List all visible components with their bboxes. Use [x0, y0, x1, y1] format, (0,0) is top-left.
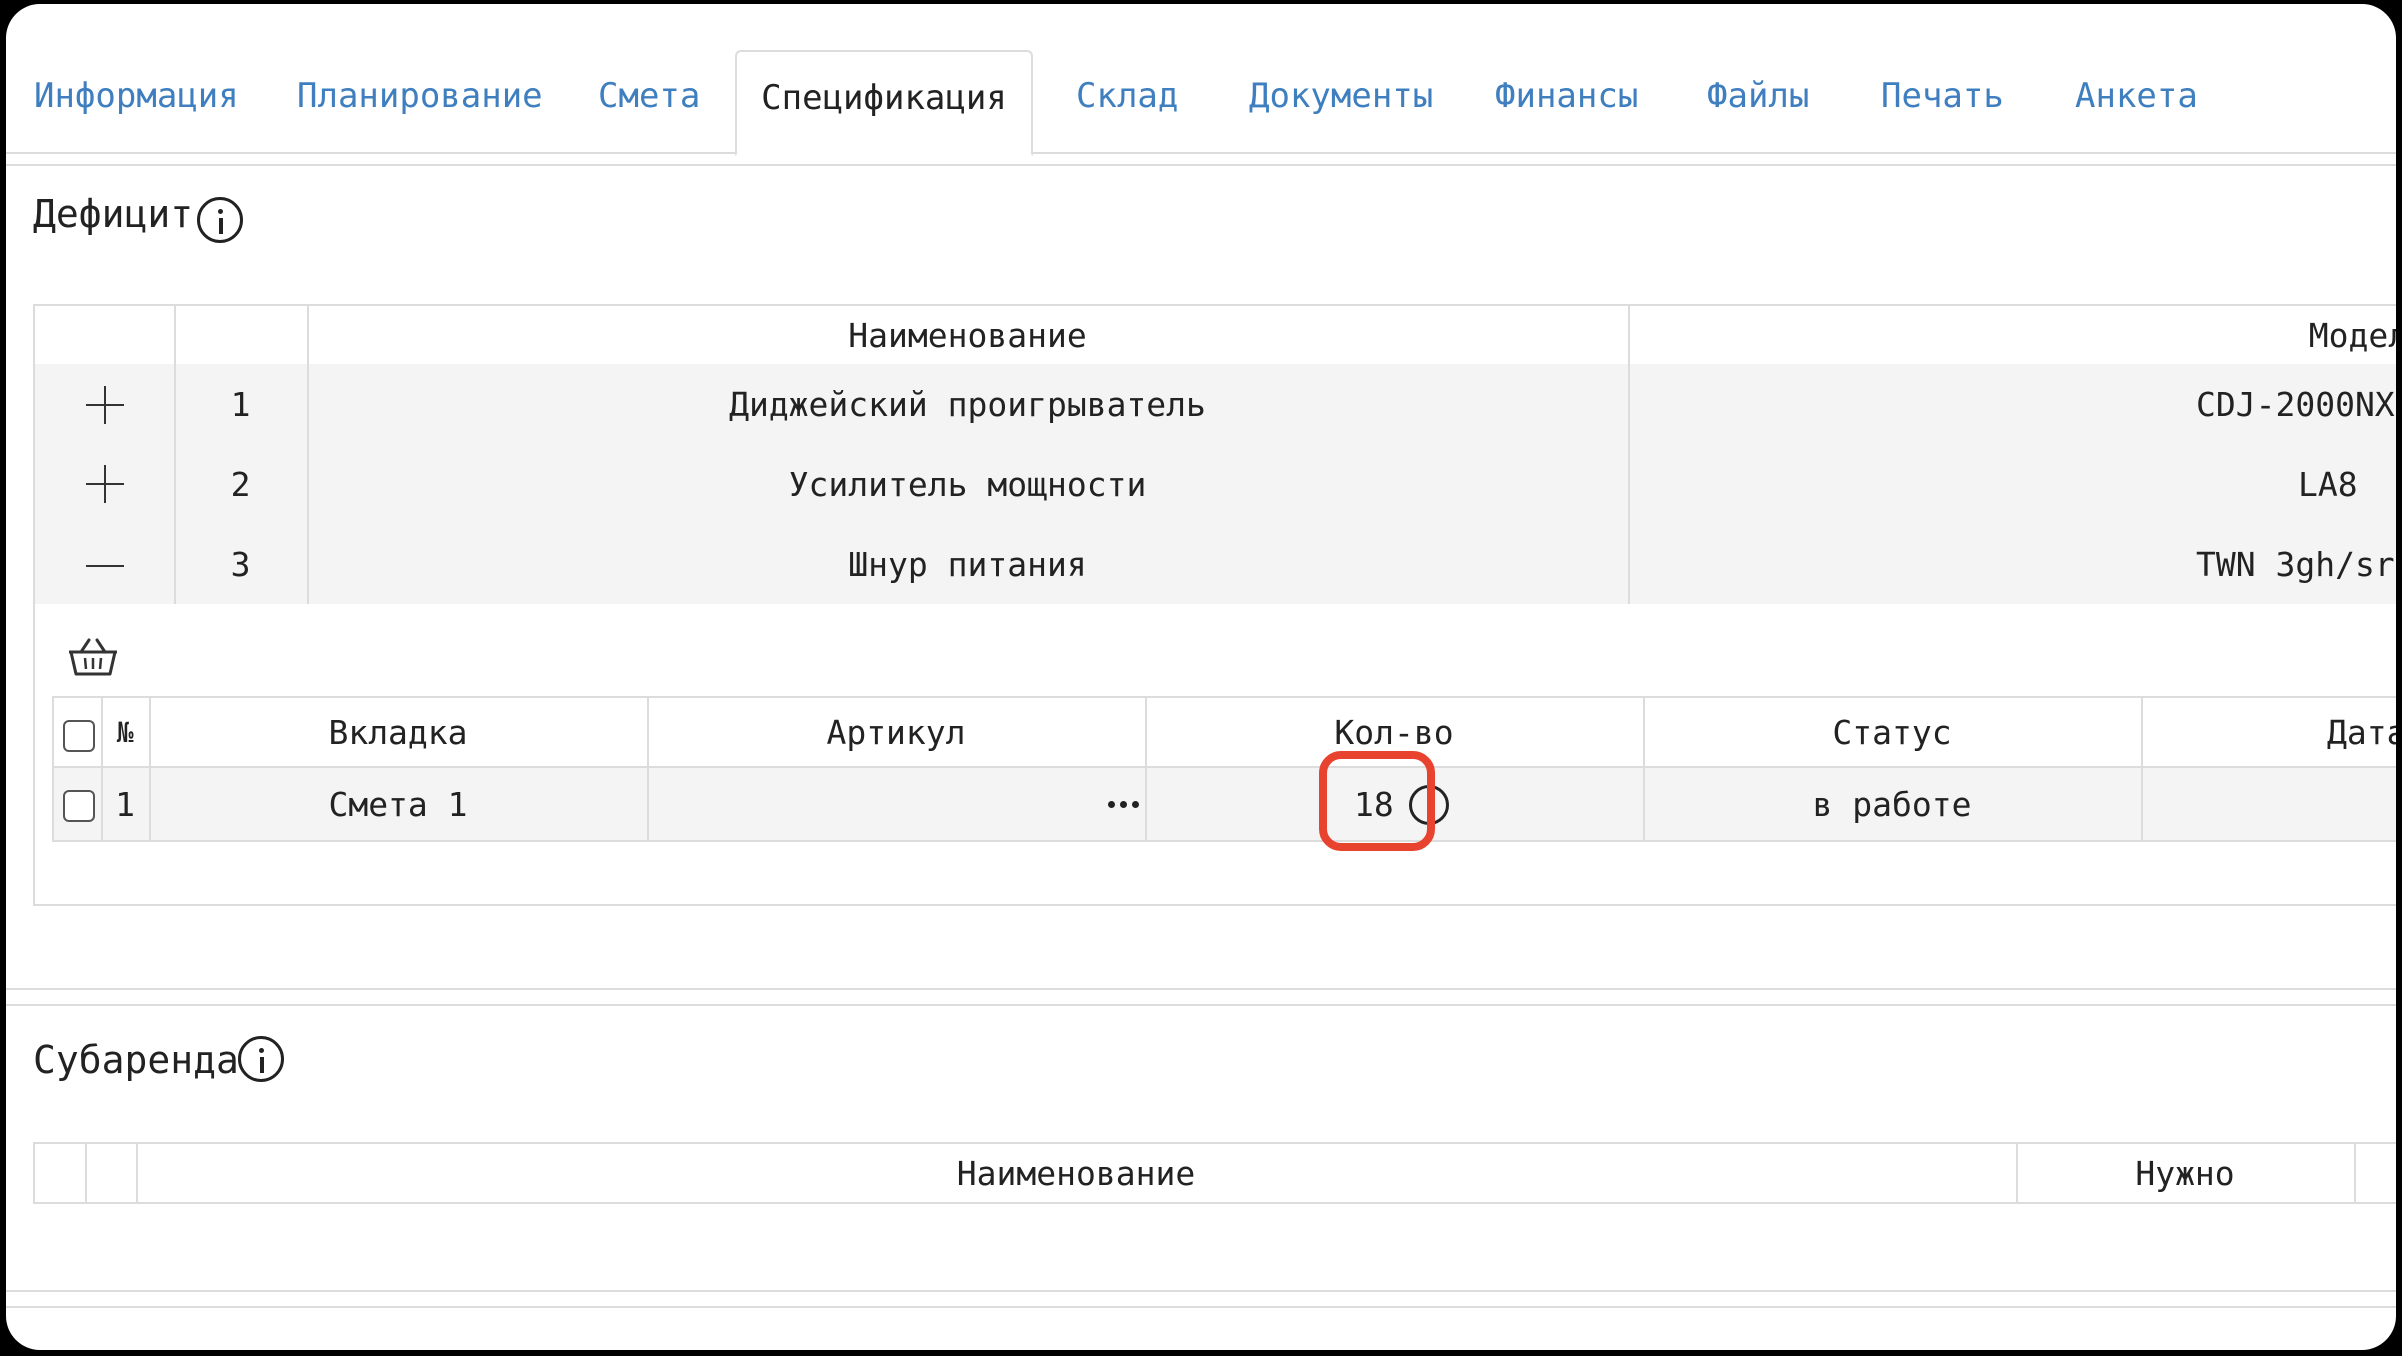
select-all-checkbox[interactable] [63, 720, 95, 752]
tab-bar: Информация Планирование Смета Спецификац… [6, 4, 2396, 156]
row-number: 3 [230, 544, 251, 584]
column-header-need: Нужно [2135, 1153, 2235, 1193]
row-number: 1 [230, 384, 251, 424]
expand-plus-icon[interactable] [86, 465, 124, 503]
row-checkbox[interactable] [63, 790, 95, 822]
basket-icon[interactable] [67, 636, 119, 678]
column-header-num: № [116, 715, 134, 749]
collapse-minus-icon[interactable] [86, 565, 124, 567]
tab-questionnaire[interactable]: Анкета [2075, 76, 2198, 116]
row-model-text: CDJ-2000NXS [2196, 384, 2396, 424]
row-model-text: LA8 [2298, 464, 2358, 504]
qty-highlight-box [1319, 751, 1435, 851]
more-options-icon[interactable] [1108, 801, 1139, 808]
column-header-date: Дата/ [2141, 698, 2396, 766]
row-name: Усилитель мощности [788, 464, 1147, 504]
tab-warehouse[interactable]: Склад [1076, 76, 1178, 116]
column-header-name: Наименование [848, 315, 1087, 355]
column-header-article: Артикул [826, 712, 966, 752]
expand-plus-icon[interactable] [86, 386, 124, 424]
column-header-status: Статус [1832, 712, 1952, 752]
row-model: LA8 [1628, 444, 2396, 524]
column-header-name: Наименование [956, 1153, 1196, 1193]
subtable: № Вкладка Артикул Кол-во Статус Дата/ 1 … [52, 696, 2396, 851]
row-number: 2 [230, 464, 251, 504]
row-date [2141, 768, 2396, 840]
row-name: Диджейский проигрыватель [729, 384, 1206, 424]
row-model: CDJ-2000NXS [1628, 364, 2396, 444]
tab-print[interactable]: Печать [1881, 76, 2004, 116]
subrent-title: Субаренда [33, 1038, 239, 1082]
row-name: Шнур питания [848, 544, 1087, 584]
app-window: Информация Планирование Смета Спецификац… [6, 4, 2396, 1350]
tab-estimate[interactable]: Смета [598, 76, 700, 116]
tab-info[interactable]: Информация [34, 76, 239, 116]
column-header-date-label: Дата/ [2327, 712, 2396, 752]
column-header-tab: Вкладка [328, 712, 468, 752]
row-tab: Смета 1 [328, 784, 468, 824]
deficit-title: Дефицит [33, 192, 194, 236]
tab-documents[interactable]: Документы [1249, 76, 1433, 116]
row-status: в работе [1812, 784, 1972, 824]
row-model: TWN 3gh/srt [1628, 524, 2396, 604]
row-model-text: TWN 3gh/srt [2196, 544, 2396, 584]
column-header-model: Модель [1628, 306, 2396, 364]
tab-planning[interactable]: Планирование [297, 76, 543, 116]
tab-finance[interactable]: Финансы [1495, 76, 1638, 116]
tab-files[interactable]: Файлы [1707, 76, 1809, 116]
subrent-info-icon[interactable] [238, 1036, 284, 1082]
deficit-panel: Наименование Модель 1 Диджейский проигры… [33, 304, 2396, 906]
subrent-table: Наименование Нужно [33, 1142, 2396, 1204]
row-number: 1 [115, 784, 135, 824]
deficit-info-icon[interactable] [197, 197, 243, 243]
row-article[interactable] [647, 768, 1145, 840]
column-header-model-label: Модель [2308, 315, 2396, 355]
tab-specification[interactable]: Спецификация [735, 50, 1033, 156]
